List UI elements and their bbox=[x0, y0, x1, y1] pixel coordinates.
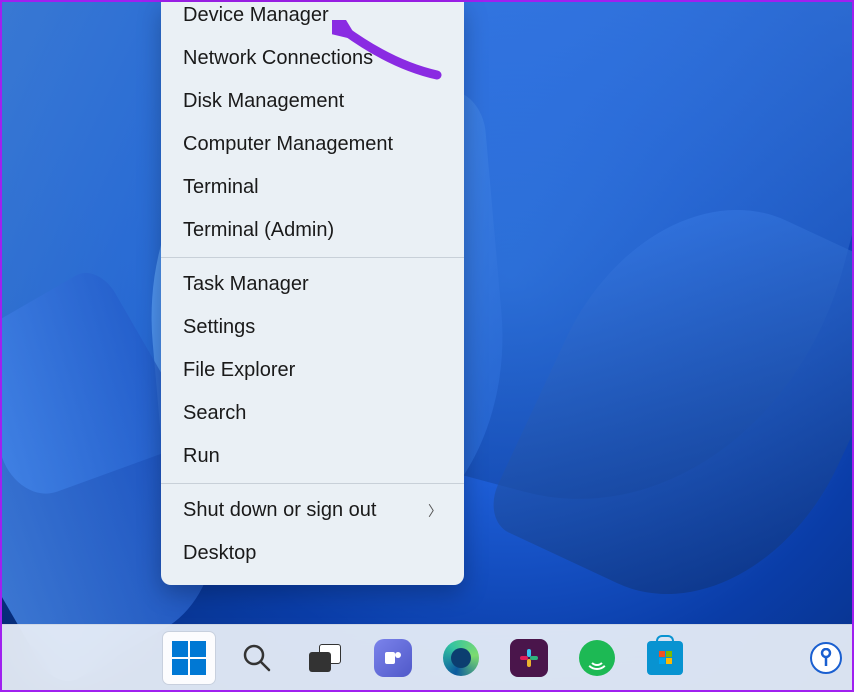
teams-icon bbox=[374, 639, 412, 677]
onepassword-tray[interactable] bbox=[810, 642, 842, 674]
task-view-button[interactable] bbox=[299, 632, 351, 684]
menu-item-terminal-admin[interactable]: Terminal (Admin) bbox=[161, 209, 464, 252]
winx-context-menu: Device Manager Network Connections Disk … bbox=[161, 2, 464, 585]
menu-item-file-explorer[interactable]: File Explorer bbox=[161, 349, 464, 392]
menu-label: Terminal bbox=[183, 176, 259, 199]
spotify-icon bbox=[579, 640, 615, 676]
menu-item-search[interactable]: Search bbox=[161, 392, 464, 435]
menu-item-shut-down-sign-out[interactable]: Shut down or sign out 〉 bbox=[161, 489, 464, 532]
microsoft-store-icon bbox=[647, 641, 683, 675]
menu-item-computer-management[interactable]: Computer Management bbox=[161, 123, 464, 166]
menu-item-terminal[interactable]: Terminal bbox=[161, 166, 464, 209]
menu-label: Terminal (Admin) bbox=[183, 219, 334, 242]
menu-item-desktop[interactable]: Desktop bbox=[161, 532, 464, 575]
menu-label: Search bbox=[183, 402, 246, 425]
edge-button[interactable] bbox=[435, 632, 487, 684]
menu-label: Disk Management bbox=[183, 90, 344, 113]
menu-label: Network Connections bbox=[183, 47, 373, 70]
search-button[interactable] bbox=[231, 632, 283, 684]
menu-divider bbox=[161, 257, 464, 258]
menu-label: Settings bbox=[183, 316, 255, 339]
slack-button[interactable] bbox=[503, 632, 555, 684]
task-view-icon bbox=[309, 644, 341, 672]
store-button[interactable] bbox=[639, 632, 691, 684]
spotify-button[interactable] bbox=[571, 632, 623, 684]
onepassword-icon bbox=[819, 648, 833, 668]
menu-label: File Explorer bbox=[183, 359, 295, 382]
menu-item-disk-management[interactable]: Disk Management bbox=[161, 80, 464, 123]
menu-label: Computer Management bbox=[183, 133, 393, 156]
menu-label: Device Manager bbox=[183, 4, 329, 27]
menu-label: Shut down or sign out bbox=[183, 499, 376, 522]
menu-item-network-connections[interactable]: Network Connections bbox=[161, 37, 464, 80]
menu-item-settings[interactable]: Settings bbox=[161, 306, 464, 349]
edge-icon bbox=[443, 640, 479, 676]
slack-icon bbox=[510, 639, 548, 677]
menu-divider bbox=[161, 483, 464, 484]
menu-item-run[interactable]: Run bbox=[161, 435, 464, 478]
start-button[interactable] bbox=[163, 632, 215, 684]
windows-start-icon bbox=[172, 641, 206, 675]
menu-label: Desktop bbox=[183, 542, 256, 565]
chevron-right-icon: 〉 bbox=[428, 501, 442, 521]
menu-item-device-manager[interactable]: Device Manager bbox=[161, 2, 464, 37]
system-tray bbox=[810, 642, 842, 674]
teams-button[interactable] bbox=[367, 632, 419, 684]
taskbar bbox=[2, 624, 852, 690]
menu-item-task-manager[interactable]: Task Manager bbox=[161, 263, 464, 306]
menu-label: Run bbox=[183, 445, 220, 468]
menu-label: Task Manager bbox=[183, 273, 309, 296]
search-icon bbox=[241, 642, 273, 674]
